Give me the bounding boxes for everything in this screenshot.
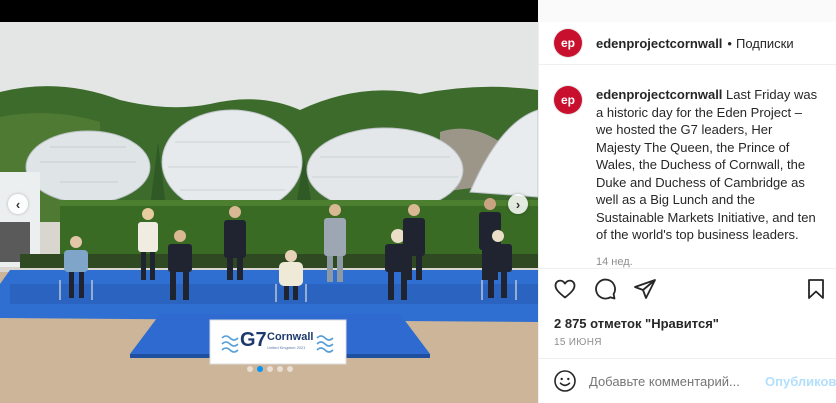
g7-sign: G7 Cornwall United Kingdom 2021 xyxy=(240,327,318,359)
share-button[interactable] xyxy=(633,277,657,301)
post-date[interactable]: 15 ИЮНЯ xyxy=(554,337,602,348)
comment-button[interactable] xyxy=(593,277,617,301)
caption: ep edenprojectcornwall Last Friday was a… xyxy=(554,86,831,271)
post-header: ep edenprojectcornwall • Подписки xyxy=(539,22,836,65)
chevron-left-icon: ‹ xyxy=(15,196,21,212)
chevron-right-icon: › xyxy=(515,196,521,212)
caption-avatar[interactable]: ep xyxy=(554,86,582,114)
emoji-button[interactable] xyxy=(553,369,577,393)
avatar[interactable]: ep xyxy=(554,29,582,57)
bookmark-icon xyxy=(808,279,824,299)
avatar-initials: ep xyxy=(560,36,575,50)
following-button[interactable]: Подписки xyxy=(736,36,794,51)
g7-sign-title: Cornwall xyxy=(267,331,314,343)
carousel-dot-active xyxy=(257,366,263,372)
carousel-dot xyxy=(247,366,253,372)
like-button[interactable] xyxy=(553,277,577,301)
carousel-indicator xyxy=(247,366,293,372)
post-sidebar: ep edenprojectcornwall • Подписки ep ede… xyxy=(538,22,836,403)
caption-username-link[interactable]: edenprojectcornwall xyxy=(596,87,722,102)
top-bar xyxy=(0,0,538,22)
action-buttons xyxy=(553,277,657,301)
caption-text: Last Friday was a historic day for the E… xyxy=(596,87,818,242)
post-dialog: G7 Cornwall United Kingdom 2021 ‹ › ep e… xyxy=(0,22,836,403)
avatar-initials: ep xyxy=(560,93,575,107)
post-actions: 2 875 отметок "Нравится" 15 ИЮНЯ xyxy=(539,268,836,358)
previous-slide-button[interactable]: ‹ xyxy=(8,194,28,214)
paper-plane-icon xyxy=(634,279,656,299)
separator-dot: • xyxy=(727,35,732,51)
caption-body: edenprojectcornwall Last Friday was a hi… xyxy=(596,86,818,271)
username-link[interactable]: edenprojectcornwall xyxy=(596,36,722,51)
smiley-icon xyxy=(554,370,576,392)
likes-count[interactable]: 2 875 отметок "Нравится" xyxy=(554,316,719,331)
comment-input[interactable] xyxy=(589,373,765,389)
heart-icon xyxy=(554,279,576,299)
carousel-dot xyxy=(277,366,283,372)
post-image[interactable]: G7 Cornwall United Kingdom 2021 ‹ › xyxy=(0,22,538,403)
next-slide-button[interactable]: › xyxy=(508,194,528,214)
g7-sign-subtitle: United Kingdom 2021 xyxy=(267,345,306,350)
save-button[interactable] xyxy=(804,277,828,301)
comment-form: Опубликовать xyxy=(539,358,836,403)
g7-sign-brand: G7 xyxy=(240,329,267,351)
carousel-dot xyxy=(267,366,273,372)
publish-button[interactable]: Опубликовать xyxy=(765,374,836,389)
comment-icon xyxy=(595,278,616,300)
carousel-dot xyxy=(287,366,293,372)
